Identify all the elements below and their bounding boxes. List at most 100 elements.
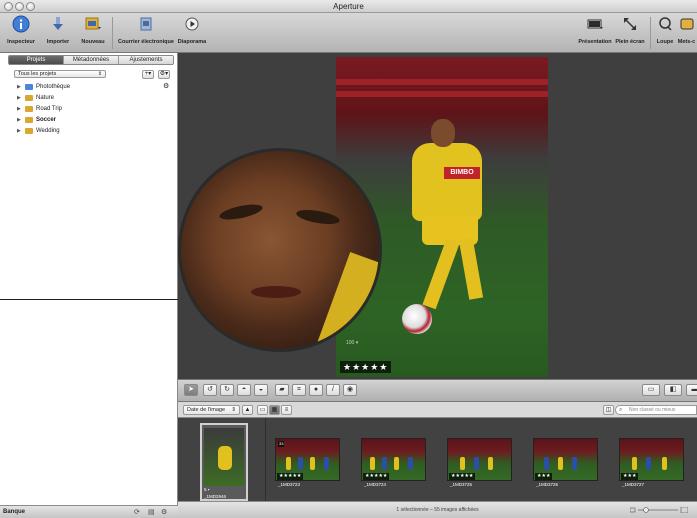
fullscreen-button[interactable]: Plein écran	[614, 15, 646, 45]
projects-filter-value: Tous les projets	[18, 71, 57, 77]
toolbar-separator	[112, 17, 113, 49]
loupe-zoom-menu[interactable]: 100 ▾	[346, 340, 358, 346]
project-icon	[25, 106, 33, 112]
projects-filter-select[interactable]: Tous les projets ⇕	[14, 70, 106, 78]
email-button[interactable]: Courrier électronique	[116, 15, 176, 45]
select-arrows-icon: ⇕	[231, 407, 236, 413]
thumbnail-name: _1MD2946	[204, 494, 227, 499]
tab-metadata[interactable]: Métadonnées	[64, 56, 119, 64]
grid-view-button[interactable]: ▦	[269, 405, 280, 415]
add-project-button[interactable]: +▾	[142, 70, 154, 79]
select-arrows-icon: ⇕	[97, 71, 102, 77]
sort-direction-button[interactable]: ▲	[242, 405, 253, 415]
sidebar-item-nature[interactable]: ▶ Nature	[0, 93, 177, 103]
crop-tool[interactable]: ⌗	[292, 384, 306, 396]
sort-select[interactable]: Date de l'image ⇕	[183, 405, 240, 415]
thumbnail-name: _1MD3724	[364, 482, 387, 487]
rotate-right-tool[interactable]: ↻	[220, 384, 234, 396]
toolbar: Inspecteur Importer Nouveau Courrier éle…	[0, 13, 697, 53]
straighten-tool[interactable]: ▰	[275, 384, 289, 396]
photo-rating: ★★★★★	[340, 361, 392, 373]
thumbnail-size-slider[interactable]	[630, 507, 688, 513]
footer-label: Banque	[3, 509, 26, 515]
presentation-button[interactable]: Présentation	[576, 15, 614, 45]
loupe-button[interactable]: Loupe	[654, 15, 676, 45]
thumbnail-name: _1MD3727	[622, 482, 645, 487]
panel-tabs: Projets Métadonnées Ajustements	[8, 55, 174, 65]
thumbnail[interactable]: ★★★★★ _1MD3725	[447, 438, 512, 496]
loupe-magnifier[interactable]	[178, 148, 382, 352]
new-project-icon	[85, 17, 101, 30]
new-button[interactable]: Nouveau	[78, 15, 108, 45]
fullscreen-icon	[624, 18, 636, 30]
title-bar: Aperture	[0, 0, 697, 13]
list-view-button[interactable]: ≡	[281, 405, 292, 415]
display-button[interactable]: ▬	[686, 384, 697, 396]
sync-icon[interactable]: ⟳	[134, 508, 140, 516]
import-icon[interactable]: ▤	[148, 508, 155, 516]
light-table-icon	[680, 18, 693, 30]
import-button[interactable]: Importer	[42, 15, 74, 45]
info-icon	[12, 15, 30, 33]
thumbnail[interactable]: 33 ★★★★★ _1MD3723	[275, 438, 340, 496]
gear-icon[interactable]: ⚙	[161, 508, 167, 516]
rotate-left-tool[interactable]: ↺	[203, 384, 217, 396]
thumbnail-name: _1MD3725	[450, 482, 473, 487]
search-placeholder: Non classé ou mieux	[629, 407, 676, 413]
project-icon	[25, 95, 33, 101]
red-eye-tool[interactable]: ●	[309, 384, 323, 396]
window-title: Aperture	[333, 2, 364, 11]
email-icon	[140, 17, 152, 31]
toolbar-separator	[650, 17, 651, 49]
thumbnail[interactable]: ★★★★★ _1MD3724	[361, 438, 426, 496]
loupe-eye	[295, 207, 341, 227]
stamp-tool[interactable]: ◒	[254, 384, 268, 396]
viewer-mode-button[interactable]: ▭	[642, 384, 660, 396]
disclosure-triangle-icon[interactable]: ▶	[17, 93, 21, 103]
light-table-button[interactable]: Mets-c	[676, 15, 697, 45]
browser-filmstrip: 5 ▪ _1MD2946 33 ★★★★★ _1MD3723 ★★★★★ _1M…	[178, 418, 697, 501]
stack-divider	[265, 418, 266, 501]
tab-projects[interactable]: Projets	[9, 56, 64, 64]
sidebar-item-wedding[interactable]: ▶ Wedding	[0, 126, 177, 136]
thumbnail-rating: ★★★	[621, 473, 639, 480]
sidebar-item-soccer[interactable]: ▶ Soccer	[0, 115, 177, 125]
slideshow-button[interactable]: Diaporama	[177, 15, 207, 45]
disclosure-triangle-icon[interactable]: ▶	[17, 115, 21, 125]
player-jersey	[412, 143, 482, 221]
thumbnail[interactable]: ★★★ _1MD3726	[533, 438, 598, 496]
thumbnail-rating: 5 ▪	[204, 487, 210, 492]
selection-tool[interactable]: ➤	[184, 384, 198, 396]
lift-tool[interactable]: ◓	[237, 384, 251, 396]
status-text: 1 sélectionnée – 55 images affichées	[396, 507, 479, 513]
thumbnail-rating: ★★★★★	[363, 473, 390, 480]
thumbnail[interactable]: ★★★ _1MD3727	[619, 438, 684, 496]
library-icon	[25, 84, 33, 90]
search-input[interactable]: ⌕ Non classé ou mieux	[615, 405, 697, 415]
disclosure-triangle-icon[interactable]: ▶	[17, 82, 21, 92]
thumbnail-name: _1MD3723	[278, 482, 301, 487]
thumbnail-selected[interactable]: 5 ▪ _1MD2946	[200, 423, 248, 501]
status-bar: 1 sélectionnée – 55 images affichées	[178, 501, 697, 518]
eye-tool[interactable]: ◉	[343, 384, 357, 396]
import-icon	[53, 17, 63, 30]
disclosure-triangle-icon[interactable]: ▶	[17, 104, 21, 114]
primary-only-button[interactable]: ◧	[664, 384, 682, 396]
soccer-ball	[402, 304, 432, 334]
tools-bar: ➤ ↺ ↻ ◓ ◒ ▰ ⌗ ● / ◉ ▭ ◧ ▬	[178, 379, 697, 402]
disclosure-triangle-icon[interactable]: ▶	[17, 126, 21, 136]
loupe-eye	[218, 201, 264, 223]
project-actions-button[interactable]: ⚙▾	[158, 70, 170, 79]
inspector-button[interactable]: Inspecteur	[2, 15, 40, 45]
loupe-pointer-line	[0, 299, 178, 300]
tab-adjustments[interactable]: Ajustements	[119, 56, 173, 64]
thumbnail-name: _1MD3726	[536, 482, 559, 487]
gear-icon[interactable]: ⚙	[163, 82, 169, 92]
filter-button[interactable]: ◫	[603, 405, 614, 415]
sidebar-item-road-trip[interactable]: ▶ Road Trip	[0, 104, 177, 114]
sidebar-item-library[interactable]: ▶ Photothèque ⚙	[0, 82, 177, 92]
brush-tool[interactable]: /	[326, 384, 340, 396]
project-icon	[25, 117, 33, 123]
filmstrip-view-button[interactable]: ▭	[257, 405, 268, 415]
sort-value: Date de l'image	[187, 407, 226, 413]
